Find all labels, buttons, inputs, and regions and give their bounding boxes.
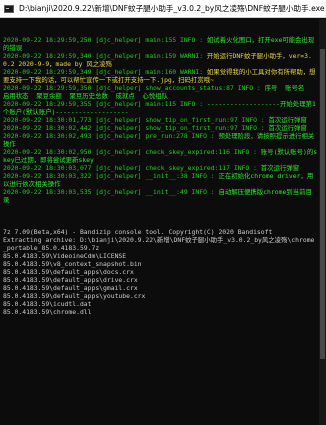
title-bar[interactable]: D:\bianji\2020.9.22\新增\DNF蚊子腿小助手_v3.0.2_… — [0, 0, 326, 18]
log-line-message: 首次运行弹窗 — [260, 164, 300, 172]
log-line: 2020-09-22 18:30:03,535 [djc_helper] __i… — [3, 188, 318, 204]
output-line: 85.0.4183.59\v8_context_snapshot.bin — [3, 260, 142, 268]
log-line-prefix: 2020-09-22 18:30:01,773 [djc_helper] sho… — [3, 116, 269, 124]
log-line: 2020-09-22 18:30:02,442 [djc_helper] sho… — [3, 124, 318, 132]
output-line: 85.0.4183.59\default_apps\drive.crx — [3, 276, 138, 284]
console-output[interactable]: 2020-09-22 18:29:59,250 [djc_helper] mai… — [2, 19, 318, 425]
output-line: Extracting archive: D:\bianji\2020.9.22\… — [3, 236, 315, 252]
output-line: 7z 7.09(Beta,x64) - Bandizip console too… — [3, 228, 273, 236]
output-line: 85.0.4183.59\chrome.dll — [3, 308, 92, 316]
log-line-prefix: 2020-09-22 18:30:02,950 [djc_helper] che… — [3, 148, 261, 156]
window-title: D:\bianji\2020.9.22\新增\DNF蚊子腿小助手_v3.0.2_… — [19, 4, 325, 13]
log-line: 2020-09-22 18:29:59,350 [djc_helper] sho… — [3, 84, 318, 100]
output-line: 85.0.4183.59\default_apps\gmail.crx — [3, 284, 138, 292]
log-line-prefix: 2020-09-22 18:30:03,077 [djc_helper] che… — [3, 164, 261, 172]
output-line: 85.0.4183.59\icudtl.dat — [3, 300, 92, 308]
log-line: 2020-09-22 18:29:59,340 [djc_helper] mai… — [3, 52, 318, 68]
log-line: 2020-09-22 18:30:02,493 [djc_helper] pre… — [3, 132, 318, 148]
output-line: 85.0.4183.59\VideoineCdm\LICENSE — [3, 252, 127, 260]
output-line: 85.0.4183.59\default_apps\docs.crx — [3, 268, 134, 276]
log-line-prefix: 2020-09-22 18:30:03,322 [djc_helper] __i… — [3, 172, 219, 180]
log-line-prefix: 2020-09-22 18:30:02,493 [djc_helper] pre… — [3, 132, 219, 140]
console-app-icon — [4, 4, 14, 13]
log-line: 2020-09-22 18:30:01,773 [djc_helper] sho… — [3, 116, 318, 124]
log-line-prefix: 2020-09-22 18:29:59,355 [djc_helper] mai… — [3, 100, 207, 108]
log-line-prefix: 2020-09-22 18:29:59,250 [djc_helper] mai… — [3, 36, 207, 44]
scrollbar-thumb[interactable] — [320, 49, 325, 359]
vertical-scrollbar[interactable] — [319, 19, 326, 425]
log-line-message: 首次运行弹窗 — [268, 116, 307, 124]
log-line: 2020-09-22 18:29:59,355 [djc_helper] mai… — [3, 100, 318, 116]
extract-output-lines: 7z 7.09(Beta,x64) - Bandizip console too… — [3, 220, 318, 316]
log-line-prefix: 2020-09-22 18:30:03,535 [djc_helper] __i… — [3, 188, 219, 196]
log-lines: 2020-09-22 18:29:59,250 [djc_helper] mai… — [3, 36, 318, 204]
log-line-prefix: 2020-09-22 18:29:59,349 [djc_helper] mai… — [3, 68, 207, 76]
log-line-prefix: 2020-09-22 18:29:59,350 [djc_helper] sho… — [3, 84, 265, 92]
log-line: 2020-09-22 18:29:59,250 [djc_helper] mai… — [3, 36, 318, 52]
log-line-message: 首次运行弹窗 — [268, 124, 307, 132]
log-line: 2020-09-22 18:30:03,077 [djc_helper] che… — [3, 164, 318, 172]
output-line: 85.0.4183.59\default_apps\youtube.crx — [3, 292, 146, 300]
log-line: 2020-09-22 18:30:02,950 [djc_helper] che… — [3, 148, 318, 164]
log-line-prefix: 2020-09-22 18:30:02,442 [djc_helper] sho… — [3, 124, 269, 132]
log-line: 2020-09-22 18:29:59,349 [djc_helper] mai… — [3, 68, 318, 84]
log-line-prefix: 2020-09-22 18:29:59,340 [djc_helper] mai… — [3, 52, 207, 60]
console-window: D:\bianji\2020.9.22\新增\DNF蚊子腿小助手_v3.0.2_… — [0, 0, 326, 425]
log-line: 2020-09-22 18:30:03,322 [djc_helper] __i… — [3, 172, 318, 188]
